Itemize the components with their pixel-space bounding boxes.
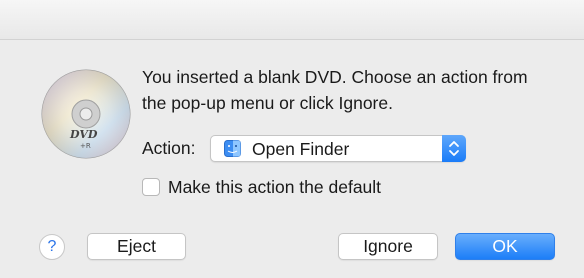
disc-label: DVD xyxy=(69,128,98,141)
title-bar[interactable] xyxy=(0,0,584,40)
ignore-button[interactable]: Ignore xyxy=(338,233,438,260)
popup-stepper[interactable] xyxy=(442,135,466,162)
disc-sublabel: +R xyxy=(80,142,91,150)
dialog-message: You inserted a blank DVD. Choose an acti… xyxy=(142,67,528,113)
help-button[interactable]: ? xyxy=(39,234,65,260)
action-popup[interactable]: Open Finder xyxy=(210,135,466,162)
default-action-label[interactable]: Make this action the default xyxy=(168,176,381,198)
chevron-up-down-icon xyxy=(449,141,459,156)
dvd-disc-icon: DVD +R xyxy=(41,69,131,159)
ok-button[interactable]: OK xyxy=(455,233,555,260)
action-popup-value: Open Finder xyxy=(252,139,350,159)
action-label: Action: xyxy=(142,138,196,158)
eject-button[interactable]: Eject xyxy=(87,233,186,260)
finder-icon xyxy=(224,140,241,157)
default-action-checkbox[interactable] xyxy=(142,178,160,196)
